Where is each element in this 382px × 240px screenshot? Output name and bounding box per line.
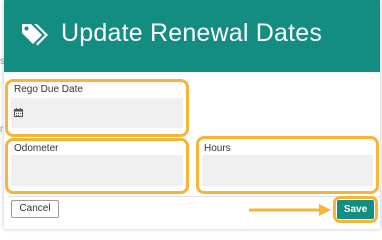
rego-due-date-input[interactable] [11, 98, 183, 128]
footer-divider [8, 196, 380, 197]
save-button[interactable]: Save [337, 200, 374, 219]
dialog-header: Update Renewal Dates [4, 0, 380, 72]
hours-label: Hours [204, 143, 231, 154]
arrow-annotation-icon [249, 204, 331, 216]
tag-icon [22, 24, 48, 46]
background-text: r [0, 124, 4, 135]
dialog-title: Update Renewal Dates [61, 19, 323, 47]
calendar-icon[interactable] [14, 108, 23, 117]
odometer-input[interactable] [11, 155, 183, 186]
odometer-label: Odometer [14, 143, 59, 154]
cancel-button[interactable]: Cancel [11, 200, 59, 218]
rego-due-date-label: Rego Due Date [14, 84, 83, 95]
hours-input[interactable] [202, 155, 373, 186]
update-renewal-dates-dialog: Update Renewal Dates Rego Due Date Odome… [4, 0, 380, 229]
